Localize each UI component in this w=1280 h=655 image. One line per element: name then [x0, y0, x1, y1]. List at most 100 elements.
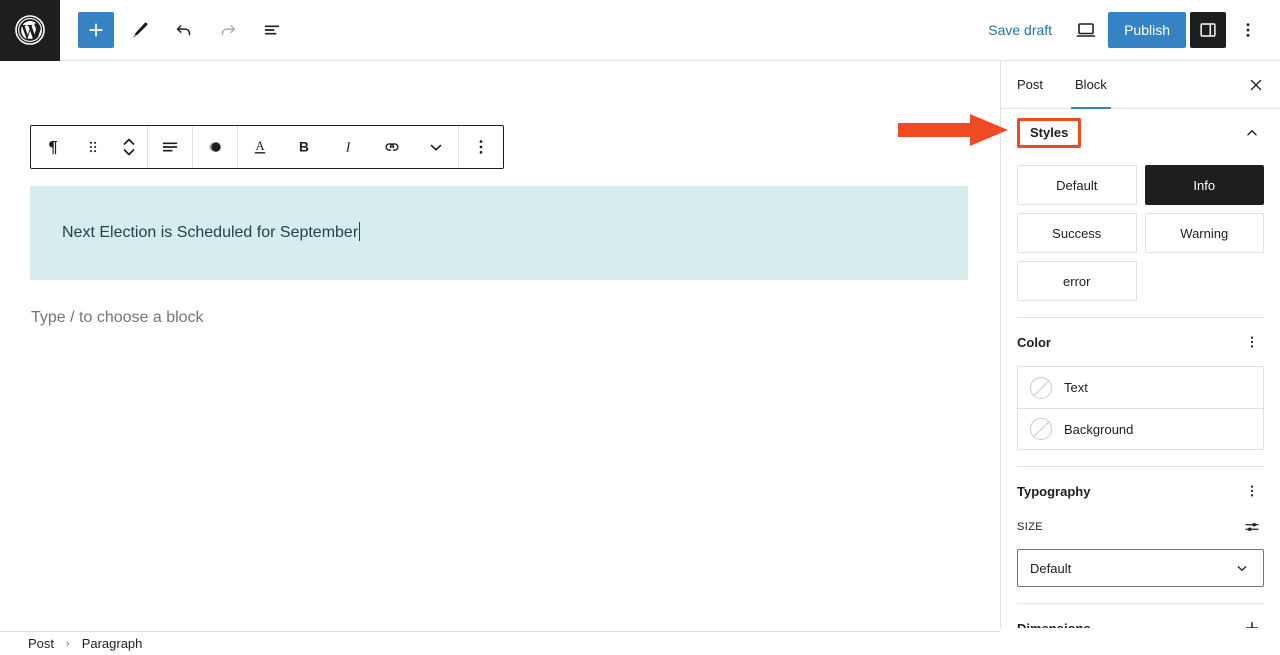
breadcrumb-separator-icon: ›	[66, 637, 70, 650]
close-sidebar-button[interactable]	[1232, 61, 1280, 108]
style-variation-default[interactable]: Default	[1017, 165, 1137, 205]
vertical-ellipsis-icon	[1246, 23, 1250, 37]
wordpress-logo-icon[interactable]	[0, 0, 60, 61]
redo-button[interactable]	[210, 12, 246, 48]
typography-panel-title: Typography	[1017, 483, 1091, 499]
font-size-select-value: Default	[1030, 560, 1072, 576]
paragraph-text-value: Next Election is Scheduled for September	[62, 224, 359, 241]
block-type-paragraph-button[interactable]: ¶	[31, 126, 75, 168]
typography-panel-options-button[interactable]	[1240, 479, 1264, 503]
style-variation-success[interactable]: Success	[1017, 213, 1137, 253]
color-row-text-label: Text	[1064, 380, 1088, 395]
style-variation-warning[interactable]: Warning	[1144, 213, 1264, 253]
tools-edit-button[interactable]	[122, 12, 158, 48]
color-options-list: Text Background	[1017, 366, 1264, 450]
breadcrumb-item-paragraph[interactable]: Paragraph	[78, 634, 147, 653]
dimensions-panel-title: Dimensions	[1017, 620, 1091, 629]
svg-text:I: I	[345, 140, 352, 155]
undo-arrow-icon	[176, 25, 191, 36]
list-view-button[interactable]	[254, 12, 290, 48]
bold-b-icon: B	[299, 140, 309, 155]
text-color-button[interactable]: A	[238, 126, 282, 168]
block-toolbar-group-format: A B I	[238, 126, 458, 168]
paragraph-block[interactable]: Next Election is Scheduled for September	[30, 186, 968, 280]
desktop-preview-button[interactable]	[1068, 12, 1104, 48]
chevron-down-icon	[1237, 566, 1247, 571]
color-row-background[interactable]: Background	[1018, 408, 1263, 449]
letter-a-underline-icon: A	[254, 139, 265, 154]
svg-text:B: B	[299, 140, 309, 155]
sidebar-panel-icon	[1200, 23, 1216, 37]
block-toolbar: ¶ A B I	[30, 125, 504, 169]
drag-dots-icon	[89, 141, 97, 153]
plus-icon	[89, 23, 103, 37]
contrast-circle-icon	[209, 142, 221, 152]
styles-panel-title: Styles	[1030, 125, 1069, 140]
color-panel-options-button[interactable]	[1240, 330, 1264, 354]
vertical-ellipsis-icon	[479, 140, 483, 154]
styles-panel-header[interactable]: Styles	[1001, 109, 1280, 157]
empty-block-placeholder[interactable]: Type / to choose a block	[31, 309, 204, 327]
styles-panel-title-highlight: Styles	[1017, 118, 1082, 148]
italic-button[interactable]: I	[326, 126, 370, 168]
dimensions-add-button[interactable]	[1240, 616, 1264, 628]
settings-sidebar-toggle-button[interactable]	[1190, 12, 1226, 48]
svg-text:A: A	[255, 139, 265, 153]
color-row-text[interactable]: Text	[1018, 367, 1263, 408]
empty-color-swatch-icon	[1030, 418, 1052, 440]
chevron-up-icon	[1247, 130, 1257, 136]
block-options-button[interactable]	[459, 126, 503, 168]
align-text-button[interactable]	[148, 126, 192, 168]
sliders-icon	[1245, 523, 1259, 531]
save-draft-button[interactable]: Save draft	[976, 14, 1064, 46]
drag-handle-button[interactable]	[75, 126, 111, 168]
block-toolbar-group-options	[459, 126, 503, 168]
publish-button[interactable]: Publish	[1108, 12, 1186, 48]
move-updown-button[interactable]	[111, 126, 147, 168]
link-button[interactable]	[370, 126, 414, 168]
more-options-button[interactable]	[1230, 12, 1266, 48]
block-toolbar-group-block: ¶	[31, 126, 147, 168]
text-caret	[359, 222, 361, 241]
editor-header: Save draft Publish	[0, 0, 1280, 61]
chevron-down-icon	[430, 144, 442, 151]
undo-button[interactable]	[166, 12, 202, 48]
style-variation-info[interactable]: Info	[1144, 165, 1264, 205]
tab-post[interactable]: Post	[1001, 61, 1059, 108]
plus-icon	[1245, 621, 1259, 628]
block-toolbar-group-align	[148, 126, 192, 168]
breadcrumb-item-post[interactable]: Post	[24, 634, 58, 653]
desktop-preview-icon	[1076, 23, 1096, 37]
typography-size-label: SIZE	[1017, 521, 1044, 533]
header-left-toolbar	[60, 12, 290, 48]
editor-canvas: ¶ A B I Next Election is Scheduled for S…	[0, 61, 1000, 631]
font-size-select[interactable]: Default	[1017, 549, 1264, 587]
typography-size-row: SIZE	[1001, 515, 1280, 539]
vertical-ellipsis-icon	[1250, 336, 1254, 348]
header-right-toolbar: Save draft Publish	[976, 12, 1280, 48]
settings-sidebar: Post Block Styles Default Info Success W…	[1000, 61, 1280, 628]
link-chain-icon	[385, 143, 399, 151]
more-formatting-button[interactable]	[414, 126, 458, 168]
svg-text:¶: ¶	[48, 138, 58, 157]
bold-button[interactable]: B	[282, 126, 326, 168]
highlight-contrast-button[interactable]	[193, 126, 237, 168]
dimensions-panel-header[interactable]: Dimensions	[1001, 604, 1280, 628]
italic-i-icon: I	[345, 140, 352, 155]
block-toolbar-group-contrast	[193, 126, 237, 168]
color-panel-header: Color	[1001, 318, 1280, 366]
add-block-button[interactable]	[78, 12, 114, 48]
paragraph-block-text[interactable]: Next Election is Scheduled for September	[30, 221, 361, 245]
color-panel-title: Color	[1017, 334, 1051, 350]
breadcrumb: Post › Paragraph	[0, 631, 1000, 655]
pilcrow-icon: ¶	[48, 138, 58, 157]
typography-panel-header: Typography	[1001, 467, 1280, 515]
tab-block[interactable]: Block	[1059, 61, 1123, 109]
sidebar-tabs: Post Block	[1001, 61, 1280, 109]
typography-size-settings-button[interactable]	[1240, 515, 1264, 539]
styles-panel-collapse-button[interactable]	[1240, 121, 1264, 145]
align-text-icon	[162, 142, 178, 152]
color-row-background-label: Background	[1064, 421, 1134, 437]
vertical-ellipsis-icon	[1250, 485, 1254, 497]
style-variation-error[interactable]: error	[1017, 261, 1137, 301]
